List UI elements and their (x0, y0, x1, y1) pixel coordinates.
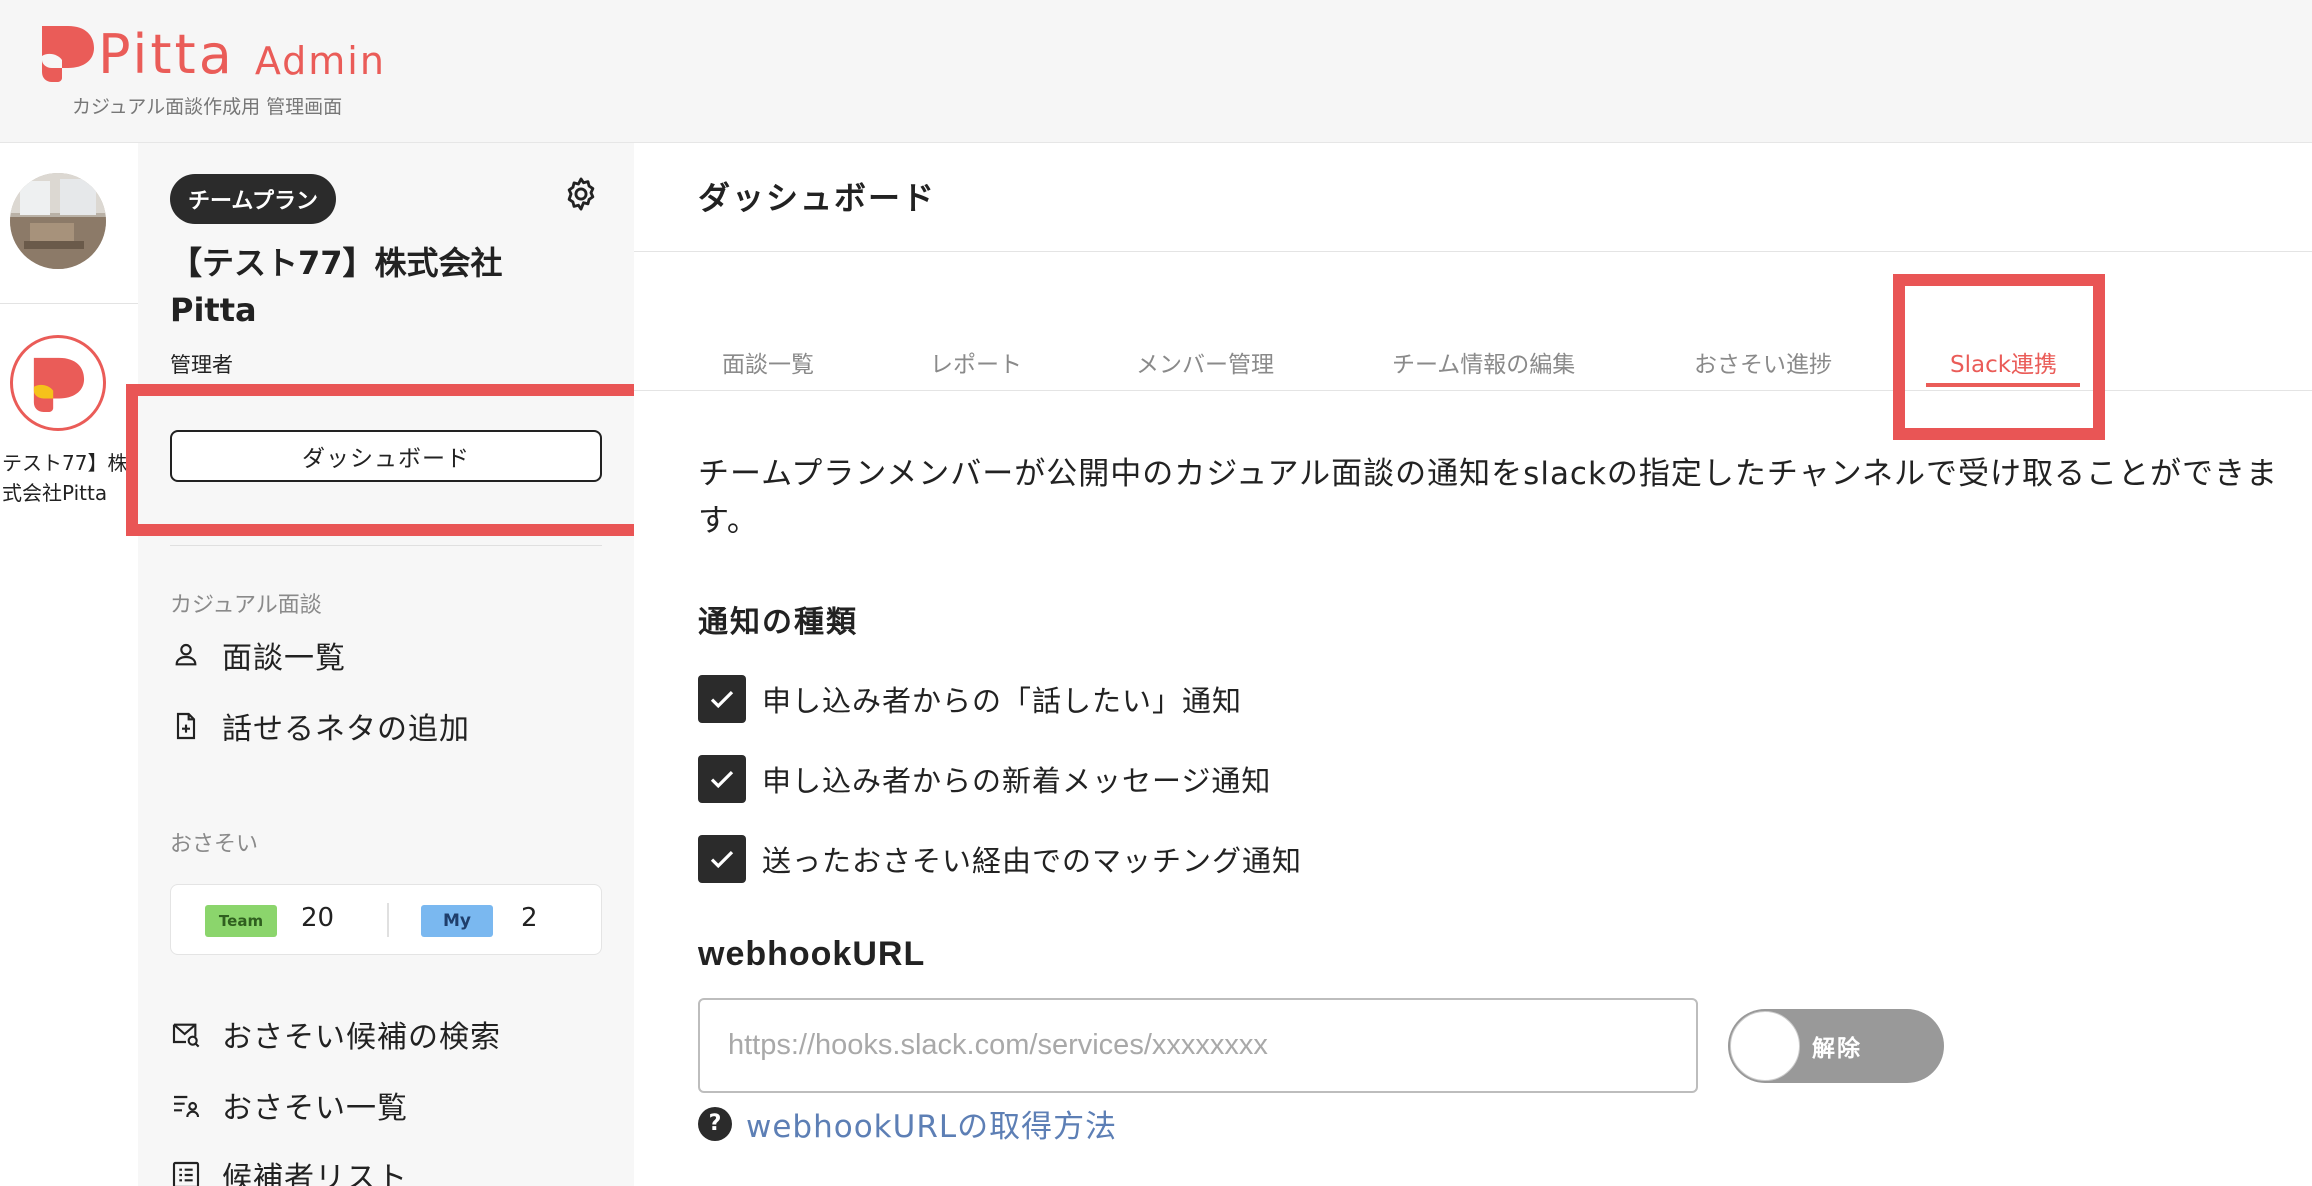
team-osasoi-count: 20 (301, 903, 335, 933)
sidebar-item-label: おさそい一覧 (222, 1091, 408, 1126)
avatar-photo (10, 173, 106, 269)
rail-team-name[interactable]: テスト77】株 式会社Pitta (0, 448, 138, 508)
workspace-rail: テスト77】株 式会社Pitta (0, 143, 138, 1186)
check-label: 申し込み者からの「話したい」通知 (762, 684, 1243, 718)
sidebar-item-candidates[interactable]: 候補者リスト (170, 1153, 408, 1186)
description-text: チームプランメンバーが公開中のカジュアル面談の通知をslackの指定したチャンネ… (698, 456, 2279, 539)
checkbox-want-to-talk[interactable] (698, 675, 746, 723)
plan-badge: チームプラン (170, 174, 337, 224)
toggle-label: 解除 (1812, 1036, 1862, 1062)
file-add-icon (176, 712, 196, 740)
tab-report[interactable]: レポート (930, 345, 1022, 379)
checkbox-matching[interactable] (698, 835, 746, 883)
user-role: 管理者 (170, 353, 233, 377)
webhook-help[interactable]: ? webhookURLの取得方法 (698, 1101, 1117, 1146)
osasoi-separator (387, 903, 389, 937)
sidebar-divider (170, 545, 602, 546)
toggle-knob (1730, 1011, 1800, 1081)
rail-divider (0, 303, 138, 304)
tab-interviews[interactable]: 面談一覧 (722, 345, 814, 379)
notif-heading: 通知の種類 (698, 605, 858, 640)
sidebar-item-label: 候補者リスト (222, 1161, 408, 1186)
list-icon (172, 1161, 200, 1186)
header-subtitle: カジュアル面談作成用 管理画面 (72, 96, 343, 118)
title-divider (634, 251, 2312, 252)
osasoi-count-box: Team 20 My 2 (170, 884, 602, 955)
sidebar: チームプラン 【テスト77】株式会社Pitta 管理者 ダッシュボード カジュア… (138, 143, 634, 1186)
checkbox-new-message[interactable] (698, 755, 746, 803)
check-icon (710, 850, 734, 869)
highlight-box-dashboard (126, 384, 652, 536)
section-label-casual: カジュアル面談 (170, 593, 322, 618)
gear-icon[interactable] (562, 175, 600, 213)
check-icon (710, 690, 734, 709)
rail-team-name-line2: 式会社Pitta (2, 481, 108, 505)
my-osasoi-count: 2 (521, 903, 538, 933)
check-row-new-message[interactable]: 申し込み者からの新着メッセージ通知 (698, 755, 1271, 803)
logo-admin-text: Admin (254, 39, 386, 83)
logo-text: Pitta (98, 23, 235, 86)
user-avatar[interactable] (10, 173, 106, 269)
sidebar-item-label: 面談一覧 (222, 641, 346, 676)
tab-members[interactable]: メンバー管理 (1136, 345, 1274, 379)
team-ticket-icon: Team (205, 905, 277, 937)
sidebar-item-label: おさそい候補の検索 (222, 1020, 501, 1055)
person-icon (175, 643, 197, 666)
my-ticket-icon: My (421, 905, 493, 937)
team-title: 【テスト77】株式会社Pitta (170, 244, 503, 329)
list-person-icon (174, 1095, 200, 1118)
pitta-logo[interactable]: Pitta Admin (38, 22, 386, 82)
rail-team-name-line1: テスト77】株 (2, 451, 128, 475)
pitta-logo-icon (42, 26, 94, 82)
team-avatar[interactable] (10, 335, 106, 431)
check-label: 送ったおさそい経由でのマッチング通知 (762, 844, 1303, 878)
webhook-help-link[interactable]: webhookURLの取得方法 (746, 1101, 1117, 1146)
tab-team-edit[interactable]: チーム情報の編集 (1392, 345, 1575, 379)
check-icon (710, 770, 734, 789)
sidebar-item-osasoi-search[interactable]: おさそい候補の検索 (170, 1012, 501, 1056)
question-icon: ? (698, 1106, 732, 1141)
webhook-heading: webhookURL (698, 935, 926, 973)
team-logo-icon (33, 357, 85, 412)
sidebar-item-label: 話せるネタの追加 (222, 712, 470, 747)
webhook-url-input[interactable] (698, 998, 1698, 1093)
check-label: 申し込み者からの新着メッセージ通知 (762, 764, 1272, 798)
check-row-want-to-talk[interactable]: 申し込み者からの「話したい」通知 (698, 675, 1242, 723)
sidebar-item-interviews[interactable]: 面談一覧 (170, 633, 346, 677)
sidebar-item-osasoi-list[interactable]: おさそい一覧 (170, 1083, 408, 1127)
page-title: ダッシュボード (698, 179, 937, 217)
mail-search-icon (172, 1023, 200, 1048)
top-header: Pitta Admin カジュアル面談作成用 管理画面 (0, 0, 2312, 143)
section-label-osasoi: おさそい (170, 832, 259, 857)
tab-osasoi-progress[interactable]: おさそい進捗 (1694, 345, 1832, 379)
highlight-box-slack-tab (1893, 274, 2105, 440)
check-row-matching[interactable]: 送ったおさそい経由でのマッチング通知 (698, 835, 1302, 883)
release-toggle[interactable]: 解除 (1728, 1009, 1944, 1083)
sidebar-item-add-topic[interactable]: 話せるネタの追加 (170, 704, 470, 748)
